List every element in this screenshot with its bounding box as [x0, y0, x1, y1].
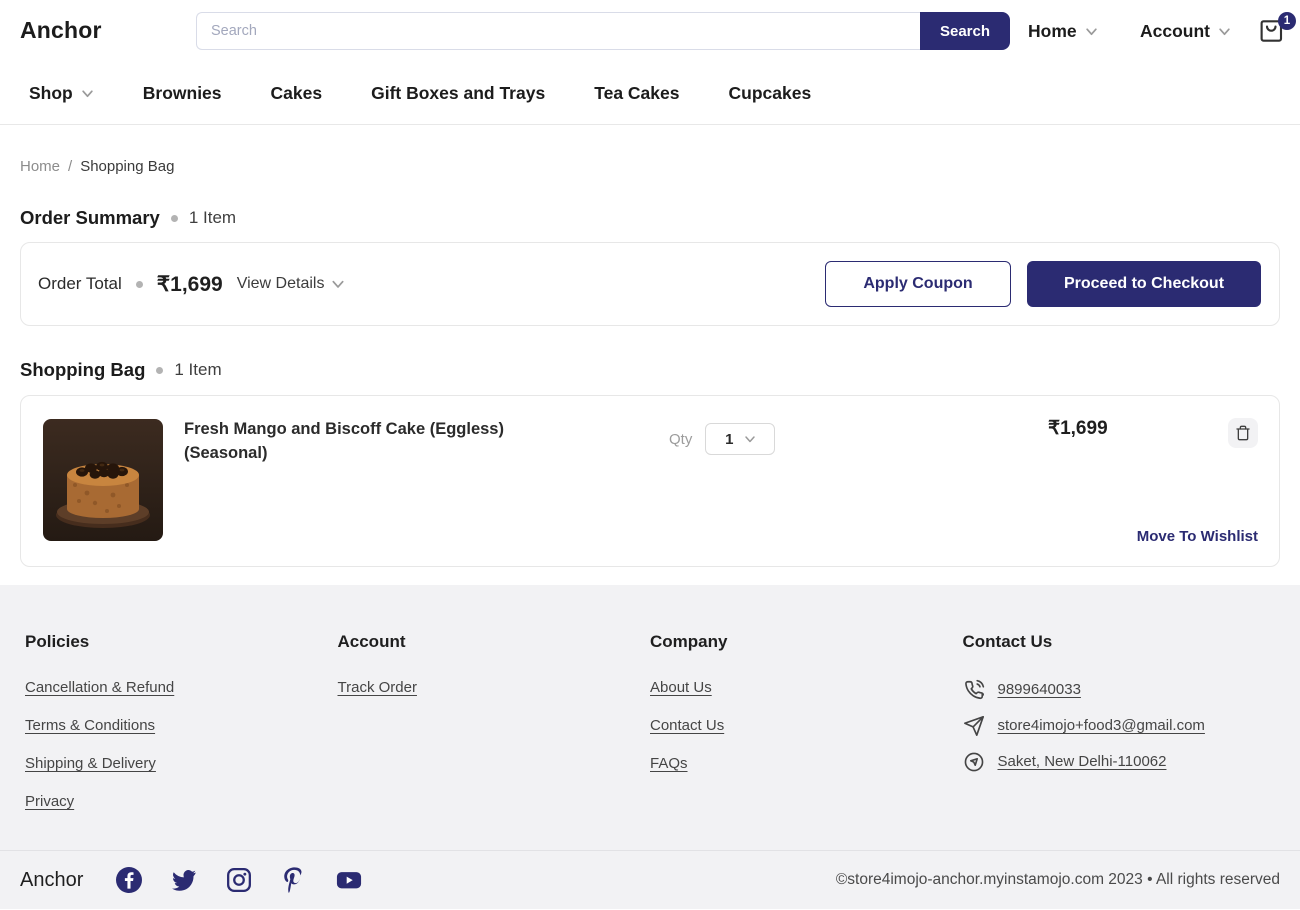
- order-summary-heading: Order Summary 1 Item: [20, 207, 1280, 229]
- footer-column-title: Account: [338, 632, 651, 652]
- account-menu[interactable]: Account: [1140, 0, 1231, 62]
- social-links: [116, 867, 362, 893]
- dot-separator: [171, 215, 178, 222]
- contact-email-link[interactable]: store4imojo+food3@gmail.com: [998, 717, 1205, 735]
- qty-label: Qty: [669, 431, 692, 448]
- breadcrumb-separator: /: [68, 158, 72, 175]
- breadcrumb-home[interactable]: Home: [20, 158, 60, 175]
- nav-item-label: Shop: [29, 83, 73, 104]
- pinterest-icon[interactable]: [281, 867, 307, 893]
- home-menu-label: Home: [1028, 21, 1077, 42]
- nav-item-label: Gift Boxes and Trays: [371, 83, 545, 104]
- footer-link-about-us[interactable]: About Us: [650, 679, 712, 697]
- nav-item-brownies[interactable]: Brownies: [143, 83, 222, 104]
- product-image[interactable]: [43, 419, 163, 541]
- nav-item-cakes[interactable]: Cakes: [271, 83, 323, 104]
- contact-email-row: store4imojo+food3@gmail.com: [963, 715, 1276, 737]
- view-details-toggle[interactable]: View Details: [237, 275, 346, 293]
- apply-coupon-button[interactable]: Apply Coupon: [825, 261, 1011, 307]
- footer: Policies Cancellation & Refund Terms & C…: [0, 585, 1300, 909]
- chevron-down-icon: [331, 277, 345, 291]
- proceed-to-checkout-button[interactable]: Proceed to Checkout: [1027, 261, 1261, 307]
- order-total-amount: ₹1,699: [157, 272, 223, 297]
- facebook-icon[interactable]: [116, 867, 142, 893]
- order-total-info: Order Total ₹1,699 View Details: [38, 272, 345, 297]
- order-total-label: Order Total: [38, 274, 122, 294]
- account-menu-label: Account: [1140, 21, 1210, 42]
- footer-link-track-order[interactable]: Track Order: [338, 679, 417, 697]
- shopping-bag-count: 1 Item: [174, 360, 221, 380]
- nav-item-shop[interactable]: Shop: [29, 83, 94, 104]
- footer-link-terms-conditions[interactable]: Terms & Conditions: [25, 717, 155, 735]
- footer-link-shipping-delivery[interactable]: Shipping & Delivery: [25, 755, 156, 773]
- shopping-bag-page: Anchor Search Home Account 1 Shop Browni…: [0, 0, 1300, 910]
- footer-column-title: Contact Us: [963, 632, 1276, 652]
- footer-column-title: Policies: [25, 632, 338, 652]
- breadcrumb-current: Shopping Bag: [80, 158, 174, 175]
- youtube-icon[interactable]: [336, 867, 362, 893]
- breadcrumb: Home / Shopping Bag: [20, 158, 1280, 175]
- shopping-bag-heading: Shopping Bag 1 Item: [20, 359, 1280, 381]
- dot-separator: [136, 281, 143, 288]
- cake-photo: [43, 419, 163, 541]
- nav-item-gift-boxes[interactable]: Gift Boxes and Trays: [371, 83, 545, 104]
- contact-address-link[interactable]: Saket, New Delhi-110062: [998, 753, 1167, 771]
- chevron-down-icon: [81, 87, 94, 100]
- header: Anchor Search Home Account 1: [0, 0, 1300, 62]
- footer-column-title: Company: [650, 632, 963, 652]
- location-icon: [963, 751, 985, 773]
- search-button[interactable]: Search: [920, 12, 1010, 50]
- send-icon: [963, 715, 985, 737]
- order-actions: Apply Coupon Proceed to Checkout: [825, 261, 1261, 307]
- footer-link-contact-us[interactable]: Contact Us: [650, 717, 724, 735]
- footer-bottom-bar: Anchor ©store4imojo-anchor.myinstam: [0, 850, 1300, 909]
- phone-icon: [963, 679, 985, 701]
- nav-item-label: Cupcakes: [729, 83, 812, 104]
- order-summary-count: 1 Item: [189, 208, 236, 228]
- chevron-down-icon: [1085, 25, 1098, 38]
- quantity-dropdown[interactable]: 1: [705, 423, 775, 455]
- footer-column-policies: Policies Cancellation & Refund Terms & C…: [25, 632, 338, 850]
- chevron-down-icon: [744, 433, 756, 445]
- instagram-icon[interactable]: [226, 867, 252, 893]
- twitter-icon[interactable]: [171, 867, 197, 893]
- copyright-text: ©store4imojo-anchor.myinstamojo.com 2023…: [836, 871, 1280, 889]
- trash-icon: [1235, 425, 1251, 441]
- remove-item-button[interactable]: [1228, 418, 1258, 448]
- footer-link-faqs[interactable]: FAQs: [650, 755, 688, 773]
- nav-item-cupcakes[interactable]: Cupcakes: [729, 83, 812, 104]
- footer-column-account: Account Track Order: [338, 632, 651, 850]
- nav-item-label: Cakes: [271, 83, 323, 104]
- nav-item-tea-cakes[interactable]: Tea Cakes: [594, 83, 679, 104]
- store-logo[interactable]: Anchor: [20, 17, 102, 44]
- product-name[interactable]: Fresh Mango and Biscoff Cake (Eggless) (…: [184, 417, 514, 465]
- order-total-card: Order Total ₹1,699 View Details Apply Co…: [20, 242, 1280, 326]
- cart-item-row: Fresh Mango and Biscoff Cake (Eggless) (…: [20, 395, 1280, 567]
- footer-logo: Anchor: [20, 869, 83, 892]
- item-price: ₹1,699: [1048, 417, 1108, 440]
- chevron-down-icon: [1218, 25, 1231, 38]
- dot-separator: [156, 367, 163, 374]
- nav-item-label: Brownies: [143, 83, 222, 104]
- quantity-value: 1: [725, 431, 733, 448]
- contact-address-row: Saket, New Delhi-110062: [963, 751, 1276, 773]
- cart-button[interactable]: 1: [1256, 14, 1292, 48]
- home-menu[interactable]: Home: [1028, 0, 1098, 62]
- contact-phone-row: 9899640033: [963, 679, 1276, 701]
- cart-count-badge: 1: [1278, 12, 1296, 30]
- footer-link-cancellation-refund[interactable]: Cancellation & Refund: [25, 679, 174, 697]
- nav-item-label: Tea Cakes: [594, 83, 679, 104]
- quantity-control: Qty 1: [669, 423, 775, 455]
- search-bar: Search: [196, 12, 1010, 50]
- search-input[interactable]: [196, 12, 920, 50]
- order-summary-title: Order Summary: [20, 207, 160, 229]
- move-to-wishlist-link[interactable]: Move To Wishlist: [1137, 528, 1258, 545]
- footer-column-company: Company About Us Contact Us FAQs: [650, 632, 963, 850]
- shopping-bag-title: Shopping Bag: [20, 359, 145, 381]
- category-nav: Shop Brownies Cakes Gift Boxes and Trays…: [0, 62, 1300, 125]
- view-details-label: View Details: [237, 275, 325, 293]
- footer-link-privacy[interactable]: Privacy: [25, 793, 74, 811]
- footer-column-contact: Contact Us 9899640033 store4imojo+food3@…: [963, 632, 1276, 850]
- contact-phone-link[interactable]: 9899640033: [998, 681, 1081, 699]
